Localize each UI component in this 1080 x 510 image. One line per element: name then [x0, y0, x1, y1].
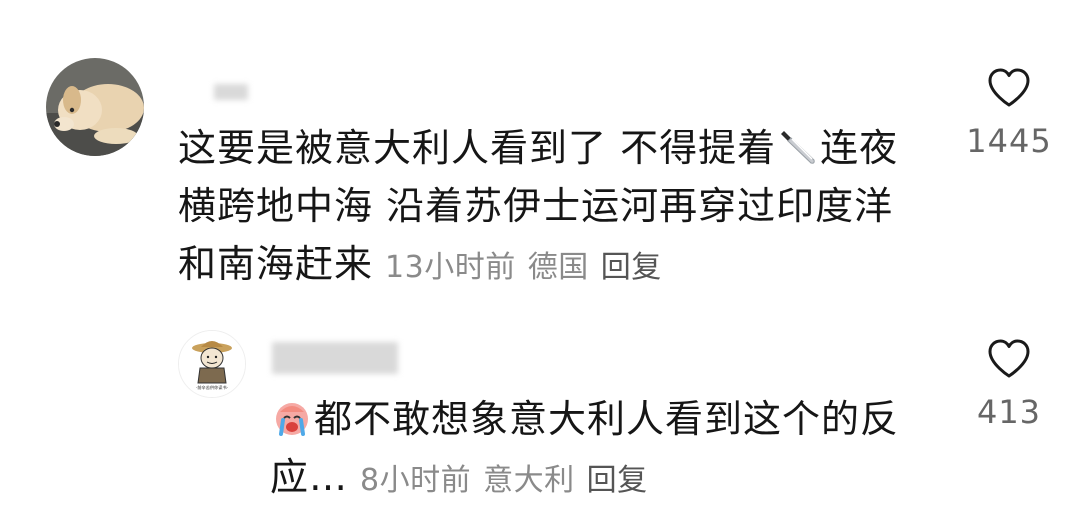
comment-line: 横跨地中海 沿着苏伊士运河再穿过印度洋: [178, 184, 894, 228]
dog-avatar-image: [46, 58, 144, 156]
heart-icon[interactable]: [985, 335, 1033, 383]
ip-location: 意大利: [483, 463, 575, 498]
knife-icon: [781, 131, 815, 164]
avatar-caption: ·前辛苦供你读书·: [196, 384, 228, 391]
avatar[interactable]: [46, 58, 144, 156]
avatar[interactable]: ·前辛苦供你读书·: [178, 330, 246, 398]
reply-button[interactable]: 回复: [601, 250, 662, 285]
ip-location: 德国: [527, 250, 589, 285]
comment-line: 连夜: [820, 126, 899, 170]
like-control[interactable]: 1445: [954, 64, 1064, 160]
like-control[interactable]: 413: [954, 335, 1064, 431]
heart-icon[interactable]: [985, 64, 1033, 112]
comment-meta: 8小时前 意大利: [360, 463, 575, 498]
like-count: 1445: [966, 122, 1052, 160]
timestamp: 8小时前: [360, 463, 472, 498]
reply-line: 都不敢想象意大利人看到这个的反: [314, 397, 900, 441]
comment-meta: 13小时前 德国: [385, 250, 589, 285]
comment-line: 这要是被意大利人看到了 不得提着: [178, 126, 777, 170]
comment-line: 和南海赶来: [178, 242, 374, 286]
reply-text: 都不敢想象意大利人看到这个的反 应… 8小时前 意大利 回复: [270, 390, 920, 506]
farmer-avatar-image: ·前辛苦供你读书·: [179, 331, 245, 397]
username-redacted[interactable]: [214, 84, 248, 100]
reply-line: 应…: [270, 455, 349, 499]
crying-face-icon: [276, 403, 308, 436]
reply-button[interactable]: 回复: [587, 463, 648, 498]
like-count: 413: [976, 393, 1042, 431]
username-redacted[interactable]: [272, 342, 398, 374]
comment-text: 这要是被意大利人看到了 不得提着 连夜 横跨地中海 沿着苏伊士运河再穿过印度洋 …: [178, 119, 928, 293]
timestamp: 13小时前: [385, 250, 516, 285]
